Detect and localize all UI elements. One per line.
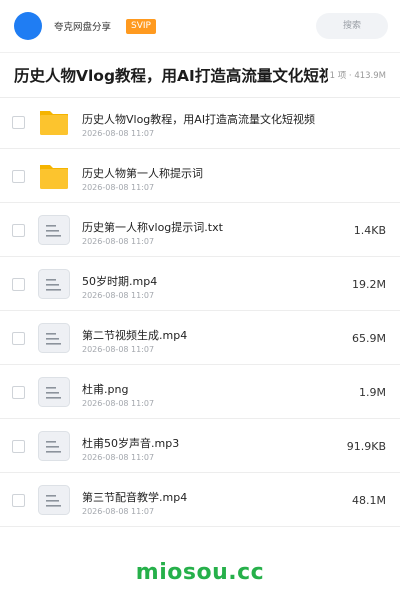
app-name: 夸克网盘分享 [54,22,112,33]
file-list: 历史人物Vlog教程，用AI打造高流量文化短视频 2026-08-08 11:07… [0,95,400,527]
file-row[interactable]: 历史人物Vlog教程，用AI打造高流量文化短视频 2026-08-08 11:07 [0,95,400,149]
file-date: 2026-08-08 11:07 [82,237,155,246]
folder-icon [38,107,70,137]
select-checkbox[interactable] [12,386,25,399]
title-row: 历史人物Vlog教程，用AI打造高流量文化短视频 1 项 · 413.9M [0,52,400,98]
file-name: 第二节视频生成.mp4 [82,329,188,342]
search-input[interactable] [316,13,388,39]
file-date: 2026-08-08 11:07 [82,507,155,516]
file-size: 91.9KB [346,440,386,453]
select-checkbox[interactable] [12,278,25,291]
file-row[interactable]: 杜甫50岁声音.mp3 2026-08-08 11:07 91.9KB [0,419,400,473]
svip-badge: SVIP [126,18,156,34]
document-icon [38,431,70,461]
file-name: 杜甫50岁声音.mp3 [82,437,180,450]
file-name: 第三节配音教学.mp4 [82,491,188,504]
select-checkbox[interactable] [12,170,25,183]
document-icon [38,269,70,299]
select-checkbox[interactable] [12,494,25,507]
file-name: 历史人物Vlog教程，用AI打造高流量文化短视频 [82,113,316,126]
file-name: 历史第一人称vlog提示词.txt [82,221,223,234]
title-meta: 1 项 · 413.9M [329,71,386,81]
file-row[interactable]: 历史第一人称vlog提示词.txt 2026-08-08 11:07 1.4KB [0,203,400,257]
file-date: 2026-08-08 11:07 [82,345,155,354]
file-date: 2026-08-08 11:07 [82,453,155,462]
file-size: 1.9M [359,386,386,399]
select-checkbox[interactable] [12,440,25,453]
file-name: 50岁时期.mp4 [82,275,158,288]
file-date: 2026-08-08 11:07 [82,399,155,408]
document-icon [38,485,70,515]
file-size: 48.1M [352,494,386,507]
file-date: 2026-08-08 11:07 [82,129,155,138]
select-checkbox[interactable] [12,224,25,237]
file-date: 2026-08-08 11:07 [82,183,155,192]
document-icon [38,215,70,245]
document-icon [38,323,70,353]
file-share-page: 夸克网盘分享 SVIP 历史人物Vlog教程，用AI打造高流量文化短视频 1 项… [0,0,400,600]
folder-icon [38,161,70,191]
file-size: 1.4KB [353,224,386,237]
header: 夸克网盘分享 SVIP [0,0,400,52]
file-size: 19.2M [352,278,386,291]
file-row[interactable]: 50岁时期.mp4 2026-08-08 11:07 19.2M [0,257,400,311]
file-name: 历史人物第一人称提示词 [82,167,203,180]
file-date: 2026-08-08 11:07 [82,291,155,300]
file-row[interactable]: 历史人物第一人称提示词 2026-08-08 11:07 [0,149,400,203]
page-title: 历史人物Vlog教程，用AI打造高流量文化短视频 [14,67,328,85]
file-row[interactable]: 杜甫.png 2026-08-08 11:07 1.9M [0,365,400,419]
select-checkbox[interactable] [12,332,25,345]
file-row[interactable]: 第三节配音教学.mp4 2026-08-08 11:07 48.1M [0,473,400,527]
watermark: miosou.cc [135,560,265,585]
file-row[interactable]: 第二节视频生成.mp4 2026-08-08 11:07 65.9M [0,311,400,365]
document-icon [38,377,70,407]
select-checkbox[interactable] [12,116,25,129]
file-name: 杜甫.png [82,383,129,396]
file-size: 65.9M [352,332,386,345]
avatar[interactable] [14,12,42,40]
